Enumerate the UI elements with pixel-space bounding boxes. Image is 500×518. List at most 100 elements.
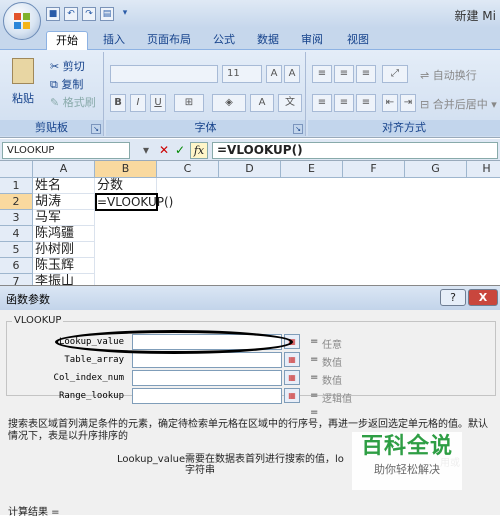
range-lookup-input[interactable]	[132, 388, 282, 404]
bold-button[interactable]: B	[110, 94, 126, 112]
font-group-label: 字体	[106, 120, 305, 136]
row-header-3[interactable]: 3	[0, 210, 33, 226]
cell-a6[interactable]: 陈玉辉	[33, 258, 95, 274]
close-button[interactable]: X	[468, 289, 498, 306]
column-header-g[interactable]: G	[405, 161, 467, 178]
column-header-d[interactable]: D	[219, 161, 281, 178]
cell-b2[interactable]: =VLOOKUP()	[95, 194, 173, 210]
cancel-icon[interactable]: ✕	[156, 142, 172, 159]
print-icon[interactable]: ▤	[100, 7, 114, 21]
row-header-5[interactable]: 5	[0, 242, 33, 258]
clipboard-dialog-launcher-icon[interactable]: ↘	[91, 124, 101, 134]
office-button[interactable]	[3, 2, 41, 40]
font-dialog-launcher-icon[interactable]: ↘	[293, 124, 303, 134]
name-box-dropdown-icon[interactable]: ▾	[138, 142, 154, 159]
cell-a5[interactable]: 孙树刚	[33, 242, 95, 258]
cell-a1[interactable]: 姓名	[33, 178, 95, 194]
font-size-dropdown[interactable]: 11	[222, 65, 262, 83]
tab-home[interactable]: 开始	[46, 31, 88, 50]
lookup-value-equals: =	[310, 336, 319, 347]
increase-indent-icon[interactable]: ⇥	[400, 94, 416, 112]
redo-icon[interactable]: ↷	[82, 7, 96, 21]
row-header-2[interactable]: 2	[0, 194, 33, 210]
tab-page-layout[interactable]: 页面布局	[138, 31, 200, 50]
orientation-icon[interactable]: ⤢	[382, 65, 408, 83]
cell-a2[interactable]: 胡涛	[33, 194, 95, 210]
fill-color-icon[interactable]: ◈	[212, 94, 246, 112]
name-box[interactable]: VLOOKUP	[2, 142, 130, 159]
col-index-num-input[interactable]	[132, 370, 282, 386]
collapse-dialog-icon[interactable]: ▦	[284, 388, 300, 403]
align-center-icon[interactable]: ≡	[334, 94, 354, 112]
tab-view[interactable]: 视图	[338, 31, 378, 50]
paste-icon	[12, 58, 34, 84]
enter-icon[interactable]: ✓	[172, 142, 188, 159]
range-lookup-label: Range_lookup	[58, 391, 124, 401]
cell-b1[interactable]: 分数	[95, 178, 157, 194]
copy-button[interactable]: ⧉ 复制	[50, 76, 83, 92]
wrap-text-icon: ⇌	[420, 69, 433, 82]
insert-function-icon[interactable]: fx	[190, 142, 208, 159]
wrap-text-button[interactable]: ⇌ 自动换行	[420, 67, 477, 83]
grow-font-icon[interactable]: A	[266, 65, 282, 83]
brush-icon: ✎	[50, 96, 63, 109]
format-painter-button[interactable]: ✎ 格式刷	[50, 94, 96, 110]
merge-center-label: 合并后居中	[432, 98, 488, 111]
decrease-indent-icon[interactable]: ⇤	[382, 94, 398, 112]
tab-review[interactable]: 审阅	[292, 31, 332, 50]
calculation-result: 计算结果 =	[8, 507, 60, 518]
table-array-equals: =	[310, 354, 319, 365]
row-header-6[interactable]: 6	[0, 258, 33, 274]
row-header-1[interactable]: 1	[0, 178, 33, 194]
row-header-7[interactable]: 7	[0, 274, 33, 285]
cell-a3[interactable]: 马军	[33, 210, 95, 226]
underline-button[interactable]: U	[150, 94, 166, 112]
font-name-dropdown[interactable]	[110, 65, 218, 83]
column-header-b[interactable]: B	[95, 161, 157, 178]
align-bottom-icon[interactable]: ≡	[356, 65, 376, 83]
range-lookup-equals: =	[310, 390, 319, 401]
help-button[interactable]: ?	[440, 289, 466, 306]
column-header-c[interactable]: C	[157, 161, 219, 178]
undo-icon[interactable]: ↶	[64, 7, 78, 21]
title-bar: ■ ↶ ↷ ▤ ▾ 新建 Mi	[0, 0, 500, 28]
column-header-f[interactable]: F	[343, 161, 405, 178]
spreadsheet-grid: A B C D E F G H 1 2 3 4 5 6 7 姓名 胡涛 马军 陈…	[0, 161, 500, 285]
cell-a7[interactable]: 李振山	[33, 274, 95, 285]
phonetic-icon[interactable]: 文	[278, 94, 302, 112]
merge-center-button[interactable]: ⊟ 合并后居中 ▾	[420, 96, 497, 112]
shrink-font-icon[interactable]: A	[284, 65, 300, 83]
formula-input[interactable]: =VLOOKUP()	[212, 142, 498, 159]
align-middle-icon[interactable]: ≡	[334, 65, 354, 83]
column-header-a[interactable]: A	[33, 161, 95, 178]
table-array-input[interactable]	[132, 352, 282, 368]
lookup-value-type: 任意	[322, 340, 342, 351]
customize-qat-icon[interactable]: ▾	[118, 7, 132, 21]
save-icon[interactable]: ■	[46, 7, 60, 21]
format-painter-label: 格式刷	[62, 96, 96, 109]
align-left-icon[interactable]: ≡	[312, 94, 332, 112]
row-header-4[interactable]: 4	[0, 226, 33, 242]
collapse-dialog-icon[interactable]: ▦	[284, 352, 300, 367]
watermark-logo: 百科全说 助你轻松解决	[352, 432, 462, 490]
align-top-icon[interactable]: ≡	[312, 65, 332, 83]
align-right-icon[interactable]: ≡	[356, 94, 376, 112]
argument-description-text: 需要在数据表首列进行搜索的值，lo 字符串	[185, 454, 344, 476]
column-header-e[interactable]: E	[281, 161, 343, 178]
collapse-dialog-icon[interactable]: ▦	[284, 370, 300, 385]
column-header-h[interactable]: H	[467, 161, 500, 178]
dialog-title: 函数参数	[6, 293, 50, 306]
font-color-icon[interactable]: A	[250, 94, 274, 112]
paste-button[interactable]: 粘贴	[12, 90, 34, 106]
border-icon[interactable]: ⊞	[174, 94, 204, 112]
cell-a4[interactable]: 陈鸿疆	[33, 226, 95, 242]
tab-insert[interactable]: 插入	[94, 31, 134, 50]
select-all-corner[interactable]	[0, 161, 33, 178]
tab-data[interactable]: 数据	[248, 31, 288, 50]
tab-formulas[interactable]: 公式	[204, 31, 244, 50]
argument-description-name: Lookup_value	[117, 454, 186, 465]
cut-button[interactable]: ✂ 剪切	[50, 58, 85, 74]
formula-bar: VLOOKUP ▾ ✕ ✓ fx =VLOOKUP()	[0, 139, 500, 161]
italic-button[interactable]: I	[130, 94, 146, 112]
table-array-label: Table_array	[64, 355, 124, 365]
